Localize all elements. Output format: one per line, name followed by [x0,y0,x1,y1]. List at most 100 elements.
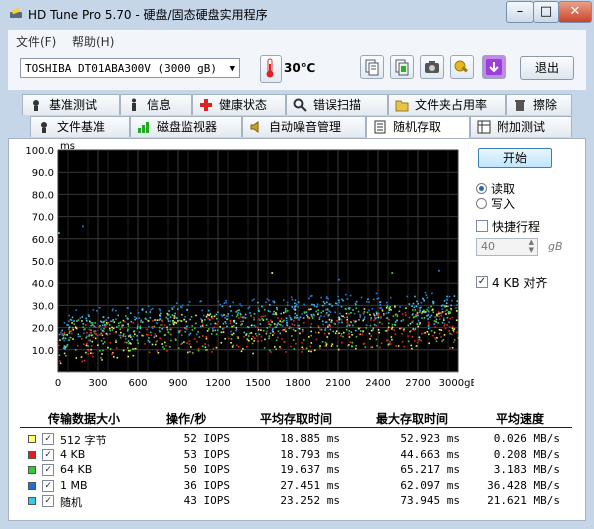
start-button[interactable]: 开始 [478,148,552,168]
data-point [303,303,305,306]
data-point [294,317,297,319]
copy-info-button[interactable] [360,55,384,79]
data-point [391,328,393,330]
data-point [197,349,200,352]
tab-file-benchmark[interactable]: 文件基准 [30,116,130,137]
tab-benchmark[interactable]: 基准测试 [22,94,120,115]
avg-access-value: 23.252 ms [280,494,340,507]
data-point [401,313,404,315]
data-point [449,311,451,313]
data-point [440,329,443,331]
data-point [435,340,438,343]
tab-folder-usage[interactable]: 文件夹占用率 [388,94,506,115]
data-point [132,322,135,324]
data-point [444,327,447,330]
data-point [206,313,209,316]
data-point [264,338,266,341]
data-point [250,324,253,327]
align-checkbox[interactable]: ✓ [476,276,488,288]
save-button[interactable] [482,55,506,79]
data-point [172,321,174,324]
tab-disk-monitor[interactable]: 磁盘监视器 [130,116,242,137]
copy-screen-button[interactable] [390,55,414,79]
data-point [328,303,331,305]
data-point [86,332,88,334]
data-point [432,311,435,313]
data-point [415,345,418,347]
series-checkbox[interactable]: ✓ [42,464,54,476]
drive-select[interactable]: TOSHIBA DT01ABA300V (3000 gB) ▼ [20,58,240,78]
data-point [58,232,60,234]
data-point [380,307,382,309]
tab-info[interactable]: 信息 [120,94,192,115]
data-point [326,301,328,304]
data-point [233,321,235,323]
data-point [352,309,354,311]
extra-tests-icon [477,120,491,134]
tab-random-access[interactable]: 随机存取 [366,116,470,139]
data-point [443,324,446,327]
short-stroke-checkbox[interactable] [476,220,488,232]
data-point [151,327,154,330]
menu-help[interactable]: 帮助(H) [72,33,114,50]
data-point [80,356,83,358]
data-point [269,332,272,335]
data-point [219,326,221,328]
series-checkbox[interactable]: ✓ [42,449,54,461]
folder-icon [395,100,409,112]
data-point [173,321,176,324]
data-point [301,341,303,344]
short-stroke-value: 40 [481,240,495,253]
data-point [92,309,95,311]
data-point [159,314,161,317]
data-point [291,306,294,308]
data-point [430,305,432,308]
menu-file[interactable]: 文件(F) [16,33,56,50]
close-button[interactable]: ✕ [558,1,592,23]
data-point [449,317,451,320]
col-avg-access: 平均存取时间 [260,412,333,426]
series-checkbox[interactable]: ✓ [42,433,54,445]
data-point [161,343,163,345]
data-point [268,335,271,337]
data-point [260,335,263,338]
data-point [373,298,375,301]
short-stroke-input[interactable]: 40 ▲ ▼ [476,238,538,256]
data-point [96,310,98,312]
maximize-button[interactable]: □ [533,1,559,23]
tab-health[interactable]: 健康状态 [192,94,286,115]
data-point [362,319,364,322]
tab-erase[interactable]: 擦除 [506,94,572,115]
data-point [257,301,259,304]
data-point [127,349,130,352]
tab-extra-tests[interactable]: 附加测试 [470,116,572,137]
data-point [394,314,397,316]
read-radio[interactable] [476,183,487,194]
data-point [102,349,104,352]
screenshot-button[interactable] [420,55,444,79]
data-point [348,333,350,335]
data-point [233,320,235,322]
benchmark-icon [33,100,39,111]
data-point [262,329,265,332]
data-point [364,346,367,348]
data-point [355,344,357,347]
data-point [283,341,286,343]
data-point [215,313,218,316]
data-point [340,315,343,317]
exit-button[interactable]: 退出 [520,56,574,80]
tab-noise-management[interactable]: 自动噪音管理 [242,116,366,137]
minimize-button[interactable]: – [506,1,534,23]
write-radio[interactable] [476,198,487,209]
x-tick-label: 2100 [325,378,350,389]
tab-error-scan[interactable]: 错误扫描 [286,94,388,115]
data-point [163,348,165,350]
series-checkbox[interactable]: ✓ [42,480,54,492]
data-point [391,272,394,274]
data-point [385,312,388,315]
options-button[interactable] [450,55,474,79]
data-point [414,309,416,311]
data-point [164,341,166,344]
series-checkbox[interactable]: ✓ [42,495,54,507]
data-point [324,302,326,305]
